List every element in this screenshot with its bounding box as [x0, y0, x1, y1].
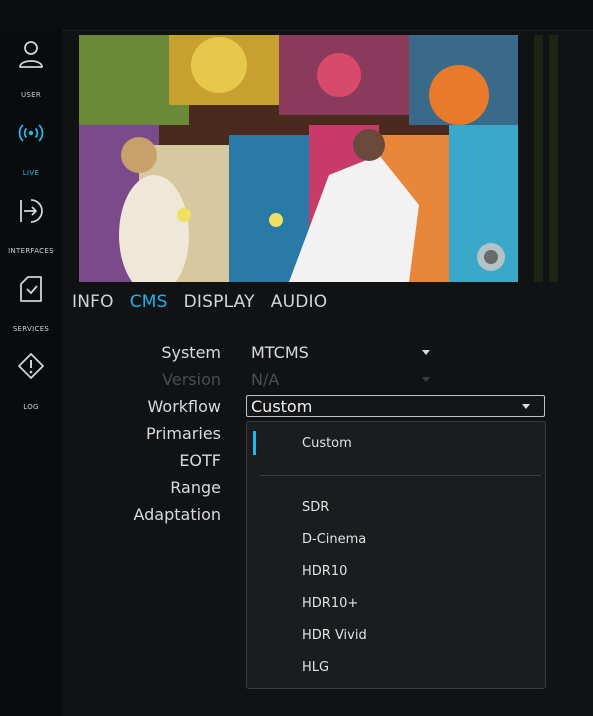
adaptation-label: Adaptation: [133, 505, 221, 524]
sidebar-item-label: LOG: [23, 403, 39, 411]
tab-display[interactable]: DISPLAY: [184, 292, 255, 316]
sidebar-item-label: INTERFACES: [8, 247, 54, 255]
range-label: Range: [170, 478, 221, 497]
sidebar-item-services[interactable]: SERVICES: [0, 274, 62, 348]
workflow-select-value: Custom: [251, 397, 313, 416]
user-icon: [19, 41, 43, 68]
option-hdr10[interactable]: HDR10: [302, 564, 347, 579]
version-select: N/A: [251, 370, 280, 389]
video-preview: [79, 35, 518, 282]
system-select[interactable]: MTCMS: [251, 343, 309, 362]
sidebar-item-live[interactable]: LIVE: [0, 118, 62, 192]
tab-cms[interactable]: CMS: [130, 292, 168, 316]
sidebar-item-interfaces[interactable]: INTERFACES: [0, 196, 62, 270]
broadcast-icon: [18, 124, 44, 142]
interfaces-icon: [20, 199, 43, 223]
warning-icon: [18, 353, 44, 379]
sidebar: USER LIVE INTERFACES SERVICES LOG: [0, 30, 62, 716]
audio-meter-left: [534, 35, 543, 282]
sidebar-item-label: SERVICES: [12, 325, 50, 333]
workflow-label: Workflow: [147, 397, 221, 416]
workflow-dropdown-menu: Custom SDR D-Cinema HDR10 HDR10+ HDR Viv…: [246, 421, 546, 689]
sidebar-item-user[interactable]: USER: [0, 40, 62, 114]
option-hdr-vivid[interactable]: HDR Vivid: [302, 628, 367, 643]
version-label: Version: [162, 370, 221, 389]
tab-bar: INFO CMS DISPLAY AUDIO: [72, 292, 327, 316]
tab-audio[interactable]: AUDIO: [271, 292, 328, 316]
services-icon: [20, 276, 42, 302]
version-chevron-down-icon: [422, 377, 430, 382]
audio-meters: [534, 35, 560, 282]
sidebar-item-label: LIVE: [22, 169, 40, 177]
workflow-chevron-down-icon: [522, 404, 530, 409]
sidebar-item-log[interactable]: LOG: [0, 352, 62, 426]
top-bar: [0, 0, 593, 31]
selected-indicator: [253, 431, 256, 455]
system-label: System: [161, 343, 221, 362]
workflow-select[interactable]: Custom: [246, 395, 545, 417]
option-sdr[interactable]: SDR: [302, 500, 329, 515]
option-d-cinema[interactable]: D-Cinema: [302, 532, 366, 547]
eotf-label: EOTF: [179, 451, 221, 470]
tab-info[interactable]: INFO: [72, 292, 114, 316]
system-chevron-down-icon[interactable]: [422, 350, 430, 355]
primaries-label: Primaries: [146, 424, 221, 443]
divider: [260, 475, 541, 476]
sidebar-item-label: USER: [20, 91, 42, 99]
option-custom[interactable]: Custom: [302, 436, 352, 451]
option-hlg[interactable]: HLG: [302, 660, 329, 675]
video-frame-image: [79, 35, 518, 282]
option-hdr10-plus[interactable]: HDR10+: [302, 596, 358, 611]
audio-meter-right: [549, 35, 558, 282]
